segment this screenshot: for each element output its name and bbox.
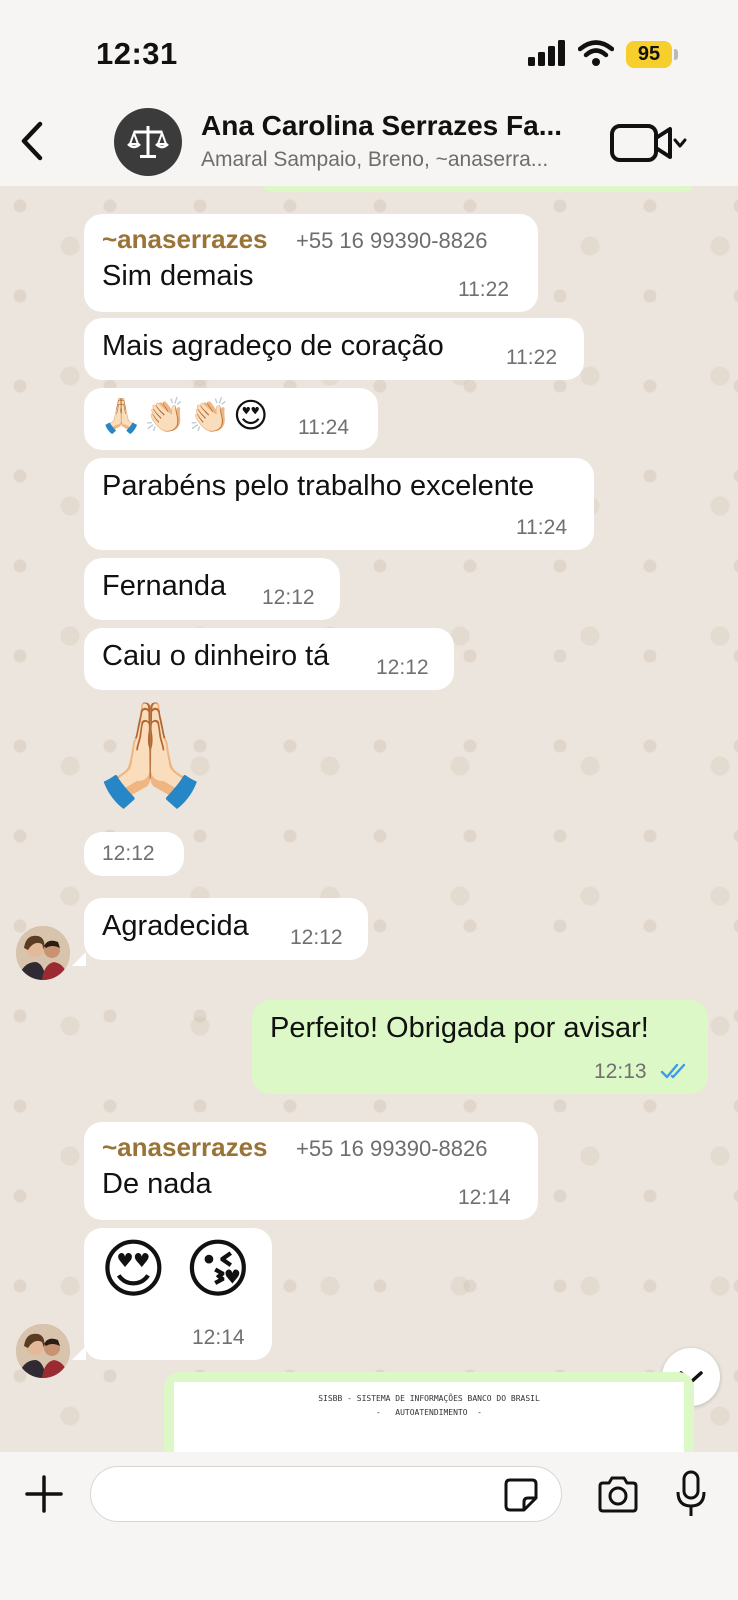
- message-text: De nada: [102, 1168, 212, 1200]
- scales-of-justice-icon: [127, 126, 169, 158]
- sender-phone: +55 16 99390-8826: [296, 1136, 488, 1161]
- message-time: 11:22: [506, 346, 557, 369]
- message-time: 12:14: [458, 1186, 511, 1209]
- message-bubble[interactable]: ~anaserrazes +55 16 99390-8826 Sim demai…: [84, 214, 538, 312]
- large-emoji-message[interactable]: 🙏🏻: [88, 696, 213, 813]
- double-check-icon: [660, 1063, 686, 1079]
- group-title[interactable]: Ana Carolina Serrazes Fa...: [201, 110, 591, 142]
- status-bar: 12:31 95: [0, 0, 738, 100]
- message-time: 12:14: [192, 1326, 245, 1349]
- message-bubble[interactable]: 😍 😘 12:14: [84, 1228, 272, 1360]
- message-time-bubble: 12:12: [84, 832, 184, 876]
- document-line: SISBB - SISTEMA DE INFORMAÇÕES BANCO DO …: [318, 1394, 540, 1403]
- group-avatar[interactable]: [114, 108, 182, 176]
- message-text: Agradecida: [102, 910, 249, 942]
- previous-outgoing-bubble: [262, 186, 694, 192]
- sender-name[interactable]: ~anaserrazes: [102, 1132, 268, 1163]
- video-camera-icon[interactable]: [608, 118, 688, 168]
- message-bubble[interactable]: Fernanda 12:12: [84, 558, 340, 620]
- message-time: 11:24: [516, 516, 567, 539]
- outgoing-message-bubble[interactable]: Perfeito! Obrigada por avisar! 12:13: [252, 1000, 708, 1094]
- message-text: Fernanda: [102, 570, 227, 602]
- chat-area[interactable]: ~anaserrazes +55 16 99390-8826 Sim demai…: [0, 186, 738, 1452]
- message-text: Perfeito! Obrigada por avisar!: [270, 1012, 649, 1044]
- chevron-left-icon[interactable]: [12, 116, 52, 166]
- sender-name[interactable]: ~anaserrazes: [102, 224, 268, 255]
- message-bubble[interactable]: Agradecida 12:12: [84, 898, 368, 960]
- avatar[interactable]: [16, 1324, 70, 1378]
- avatar-photo: [16, 926, 70, 980]
- message-text: Caiu o dinheiro tá: [102, 640, 330, 672]
- microphone-icon[interactable]: [676, 1470, 706, 1518]
- battery-tip: [674, 49, 678, 60]
- avatar-photo: [16, 1324, 70, 1378]
- message-bubble[interactable]: ~anaserrazes +55 16 99390-8826 De nada 1…: [84, 1122, 538, 1220]
- chat-header: Ana Carolina Serrazes Fa... Amaral Sampa…: [0, 100, 738, 186]
- avatar[interactable]: [16, 926, 70, 980]
- message-bubble[interactable]: Parabéns pelo trabalho excelente 11:24: [84, 458, 594, 550]
- input-bar: [0, 1452, 738, 1600]
- message-time: 12:12: [102, 842, 155, 865]
- bubble-tail: [72, 952, 86, 966]
- emoji-message: 😍 😘: [100, 1233, 252, 1305]
- message-time: 11:24: [298, 416, 349, 439]
- sticker-icon[interactable]: [504, 1478, 538, 1512]
- message-input[interactable]: [90, 1466, 562, 1522]
- wifi-icon: [578, 40, 614, 66]
- message-time: 12:12: [290, 926, 343, 949]
- camera-icon[interactable]: [596, 1474, 640, 1514]
- message-time: 12:12: [262, 586, 315, 609]
- message-bubble[interactable]: 🙏🏻👏🏻👏🏻😍 11:24: [84, 388, 378, 450]
- message-text: Parabéns pelo trabalho excelente: [102, 470, 535, 502]
- message-time: 12:13: [594, 1060, 647, 1083]
- message-bubble[interactable]: Caiu o dinheiro tá 12:12: [84, 628, 454, 690]
- group-members[interactable]: Amaral Sampaio, Breno, ~anaserra...: [201, 148, 591, 172]
- document-line: - AUTOATENDIMENTO -: [376, 1408, 482, 1417]
- message-time: 12:12: [376, 656, 429, 679]
- signal-icon: [528, 40, 565, 66]
- plus-icon[interactable]: [24, 1474, 64, 1514]
- emoji-message: 🙏🏻👏🏻👏🏻😍: [100, 397, 271, 435]
- sender-phone: +55 16 99390-8826: [296, 228, 488, 253]
- bubble-tail: [72, 1346, 86, 1360]
- document-page: SISBB - SISTEMA DE INFORMAÇÕES BANCO DO …: [174, 1382, 684, 1452]
- message-text: Mais agradeço de coração: [102, 330, 444, 362]
- message-bubble[interactable]: Mais agradeço de coração 11:22: [84, 318, 584, 380]
- message-text: Sim demais: [102, 260, 254, 292]
- status-time: 12:31: [96, 36, 178, 71]
- battery-indicator: 95: [626, 41, 672, 68]
- document-message[interactable]: SISBB - SISTEMA DE INFORMAÇÕES BANCO DO …: [164, 1372, 694, 1452]
- message-time: 11:22: [458, 278, 509, 301]
